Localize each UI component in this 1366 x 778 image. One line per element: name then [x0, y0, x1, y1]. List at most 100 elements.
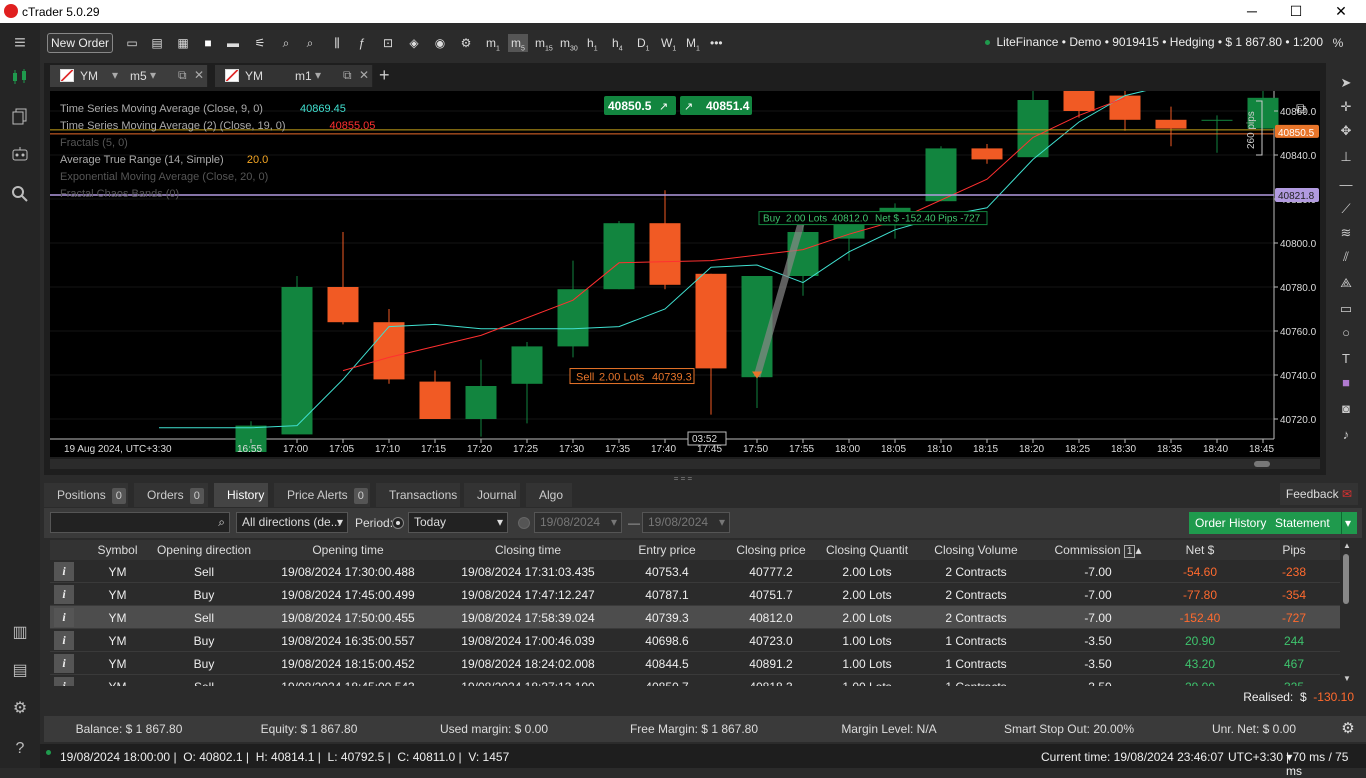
chart-mode-icon[interactable]: ▭ — [122, 34, 142, 52]
order-history-button[interactable]: Order History — [1189, 512, 1273, 534]
analyze-app-icon[interactable] — [6, 185, 34, 213]
col-commission[interactable]: Commission 1 ▴ — [1044, 543, 1152, 558]
indicators-icon[interactable]: ƒ — [352, 34, 372, 52]
statement-button[interactable]: Statement — [1269, 512, 1345, 534]
close-tab-icon[interactable]: ✕ — [359, 68, 369, 82]
timeframe-m30[interactable]: m30 — [560, 34, 578, 52]
templates-icon[interactable]: ⚙ — [456, 34, 476, 52]
tab-algo[interactable]: Algo — [526, 483, 572, 507]
minimize-button[interactable]: ─ — [1239, 2, 1265, 20]
trend-line-icon[interactable]: ⟋ — [1336, 199, 1356, 219]
chevron-down-icon[interactable]: ▾ — [315, 68, 321, 82]
table-row[interactable]: i YM Sell 19/08/2024 17:30:00.488 19/08/2024… — [50, 560, 1340, 583]
info-icon[interactable]: i — [54, 608, 74, 627]
wallet-icon[interactable]: ▤ — [6, 657, 34, 685]
search-input[interactable]: ⌕ — [50, 512, 230, 533]
timeframe-d1[interactable]: D1 — [637, 34, 650, 52]
copy-app-icon[interactable] — [6, 107, 34, 135]
timeframe-m5[interactable]: m5 — [508, 34, 528, 52]
timeframe-m1[interactable]: m1 — [486, 34, 500, 52]
col-entry-price[interactable]: Entry price — [618, 543, 716, 557]
more-timeframes-button[interactable]: ••• — [710, 34, 723, 52]
detach-icon[interactable]: ⧉ — [178, 68, 187, 83]
new-order-button[interactable]: New Order — [47, 33, 113, 53]
tab-price-alerts[interactable]: Price Alerts 0 — [274, 483, 370, 507]
col-pips[interactable]: Pips — [1248, 543, 1340, 557]
timeframe-w1[interactable]: W1 — [661, 34, 676, 52]
multi-chart-icon[interactable]: ▦ — [173, 34, 193, 52]
table-row[interactable]: i YM Sell 19/08/2024 17:50:00.455 19/08/2024… — [50, 606, 1340, 629]
measure-icon[interactable]: ⊥ — [1336, 147, 1356, 167]
table-row[interactable]: i YMSell19/08/2024 18:45:00.54319/08/2024… — [50, 675, 1340, 686]
scroll-thumb[interactable] — [1254, 461, 1270, 467]
table-row[interactable]: i YM Buy 19/08/2024 17:45:00.499 19/08/2024 … — [50, 583, 1340, 606]
cursor-icon[interactable]: ➤ — [1336, 73, 1356, 93]
col-closing-price[interactable]: Closing price — [716, 543, 826, 557]
col-closing-volume[interactable]: Closing Volume — [908, 543, 1044, 557]
add-tab-icon[interactable]: + — [379, 65, 390, 86]
restore-button[interactable]: ☐ — [1283, 2, 1309, 20]
free-chart-icon[interactable]: ■ — [198, 34, 218, 52]
single-chart-icon[interactable]: ▤ — [147, 34, 167, 52]
tab-transactions[interactable]: Transactions — [376, 483, 460, 507]
tab-positions[interactable]: Positions 0 — [44, 483, 128, 507]
chevron-down-icon[interactable]: ▾ — [112, 68, 118, 82]
table-row[interactable]: i YM Buy 19/08/2024 18:15:00.452 19/08/2024 … — [50, 652, 1340, 675]
zoom-out-icon[interactable]: ⌕ — [300, 34, 320, 52]
rectangle-icon[interactable]: ▭ — [1336, 299, 1356, 319]
tab-history[interactable]: History — [214, 483, 268, 507]
timeframe-h4[interactable]: h4 — [612, 34, 623, 52]
col-closing-time[interactable]: Closing time — [438, 543, 618, 557]
close-button[interactable]: ✕ — [1328, 2, 1354, 20]
color-picker-icon[interactable]: ■ — [1336, 373, 1356, 393]
col-net[interactable]: Net $ — [1152, 543, 1248, 557]
fibonacci-icon[interactable]: ≋ — [1336, 223, 1356, 243]
direction-select[interactable]: All directions (de... ▾ — [236, 512, 348, 533]
col-opening-direction[interactable]: Opening direction — [150, 543, 258, 557]
feedback-button[interactable]: Feedback ✉ — [1279, 483, 1358, 505]
trade-app-icon[interactable] — [6, 67, 34, 95]
info-icon[interactable]: i — [54, 677, 74, 686]
camera-icon[interactable]: ◙ — [1336, 399, 1356, 419]
active-symbol-panel-icon[interactable]: ▥ — [6, 619, 34, 647]
status-settings-gear-icon[interactable]: ⚙ — [1338, 719, 1358, 737]
chevron-down-icon[interactable]: ▾ — [150, 68, 156, 82]
timeframe-m15[interactable]: m15 — [535, 34, 553, 52]
detach-icon[interactable]: ⧉ — [343, 68, 352, 83]
andrews-icon[interactable]: ⟁ — [1336, 273, 1356, 293]
date-to-input[interactable]: 19/08/2024 ▾ — [642, 512, 730, 533]
info-icon[interactable]: i — [54, 562, 74, 581]
period-radio[interactable] — [392, 517, 404, 529]
percent-toggle-icon[interactable]: % — [1328, 34, 1348, 52]
timeframe-h1[interactable]: h1 — [587, 34, 598, 52]
horizontal-line-icon[interactable]: — — [1336, 175, 1356, 195]
chart-settings-icon[interactable]: ⚟ — [250, 34, 270, 52]
tab-journal[interactable]: Journal — [464, 483, 520, 507]
pitchfork-icon[interactable]: ⫽ — [1336, 247, 1356, 267]
text-icon[interactable]: T — [1336, 349, 1356, 369]
statement-dropdown-icon[interactable]: ▾ — [1341, 512, 1357, 534]
alert-bell-icon[interactable]: ♪ — [1336, 425, 1356, 445]
tab-orders[interactable]: Orders 0 — [134, 483, 208, 507]
timezone-select[interactable]: UTC+3:30 ▾ — [1228, 750, 1292, 764]
col-opening-time[interactable]: Opening time — [258, 543, 438, 557]
table-row[interactable]: i YM Buy 19/08/2024 16:35:00.557 19/08/2024 … — [50, 629, 1340, 652]
info-icon[interactable]: i — [54, 654, 74, 673]
chart-tab-ym-m1[interactable]: YM m1 ▾ ⧉ ✕ — [215, 65, 373, 87]
chart-horizontal-scrollbar[interactable] — [50, 459, 1320, 469]
layout-icon[interactable]: ▬ — [223, 34, 243, 52]
close-tab-icon[interactable]: ✕ — [194, 68, 204, 82]
scroll-down-icon[interactable]: ▼ — [1343, 674, 1351, 683]
move-icon[interactable]: ✥ — [1336, 121, 1356, 141]
crosshair-icon[interactable]: ✛ — [1336, 97, 1356, 117]
custom-date-radio[interactable] — [518, 517, 530, 529]
settings-gear-icon[interactable]: ⚙ — [6, 695, 34, 723]
price-chart[interactable]: Sell 2.00 Lots 40739.3 Buy 2.00 Lots 40812.0 N… — [50, 91, 1320, 457]
period-select[interactable]: Today ▾ — [408, 512, 508, 533]
eye-icon[interactable]: ◉ — [430, 34, 450, 52]
chart-type-icon[interactable]: ⫼ — [327, 34, 347, 52]
zoom-in-icon[interactable]: ⌕ — [276, 34, 296, 52]
info-icon[interactable]: i — [54, 585, 74, 604]
timeframe-mn1[interactable]: M1 — [686, 34, 700, 52]
chart-tab-ym-m5[interactable]: YM ▾ m5 ▾ ⧉ ✕ — [50, 65, 208, 87]
